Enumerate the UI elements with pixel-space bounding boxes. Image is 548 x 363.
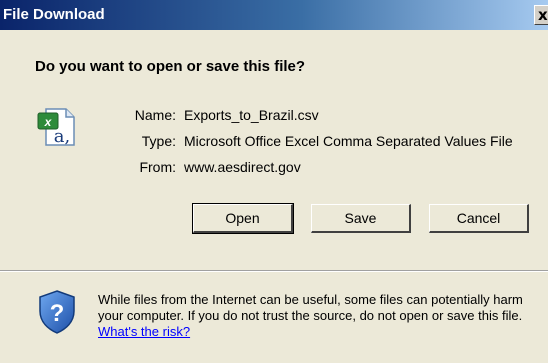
cancel-button[interactable]: Cancel xyxy=(429,204,529,233)
file-type-value: Microsoft Office Excel Comma Separated V… xyxy=(184,133,513,149)
dialog-heading: Do you want to open or save this file? xyxy=(35,58,306,75)
name-label: Name: xyxy=(134,107,176,123)
whats-the-risk-link[interactable]: What's the risk? xyxy=(98,324,190,339)
type-label: Type: xyxy=(141,133,176,149)
warning-text: While files from the Internet can be use… xyxy=(98,292,523,323)
window-title: File Download xyxy=(3,6,105,23)
close-icon: x xyxy=(538,6,548,24)
security-shield-question-icon: ? xyxy=(39,290,75,334)
svg-text:a,: a, xyxy=(54,126,70,147)
divider-highlight xyxy=(0,271,548,272)
open-button[interactable]: Open xyxy=(192,203,294,234)
svg-text:?: ? xyxy=(50,300,65,327)
title-bar: File Download x xyxy=(0,0,548,30)
file-name-value: Exports_to_Brazil.csv xyxy=(184,107,319,123)
close-button[interactable]: x xyxy=(534,5,548,25)
security-warning: While files from the Internet can be use… xyxy=(98,292,538,340)
from-label: From: xyxy=(139,159,176,175)
svg-text:x: x xyxy=(44,115,53,129)
file-source-value: www.aesdirect.gov xyxy=(184,159,301,175)
save-button[interactable]: Save xyxy=(311,204,411,233)
excel-csv-file-icon: x a, xyxy=(37,108,75,147)
